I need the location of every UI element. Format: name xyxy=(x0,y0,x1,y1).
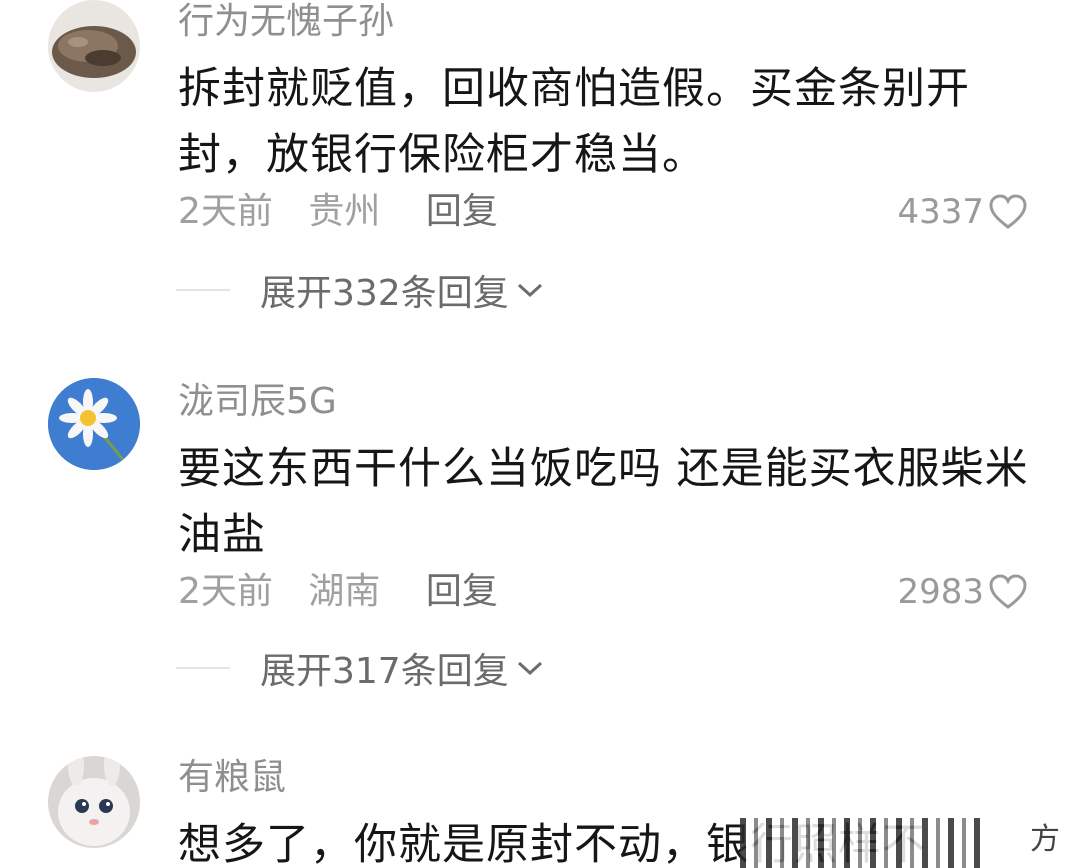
comment-location: 贵州 xyxy=(308,191,381,232)
comment-username[interactable]: 有粮鼠 xyxy=(178,756,286,800)
divider-line xyxy=(176,667,230,669)
comment-text: 要这东西干什么当饭吃吗 还是能买衣服柴米油盐 xyxy=(178,444,1029,560)
like-count: 4337 xyxy=(897,192,984,232)
comment-time: 2天前 xyxy=(178,191,273,232)
expand-replies: 展开332条回复 xyxy=(176,268,545,314)
chevron-down-icon xyxy=(517,283,542,298)
comment-item: 泷司辰5G 要这东西干什么当饭吃吗 还是能买衣服柴米油盐 2天前 湖南 回复 2… xyxy=(0,378,1080,708)
comment-meta: 2天前 贵州 回复 4337 xyxy=(178,190,1028,234)
like-button[interactable]: 2983 xyxy=(897,570,1028,614)
bunny-avatar[interactable] xyxy=(48,756,140,848)
heart-icon xyxy=(989,194,1027,229)
expand-replies-button[interactable]: 展开332条回复 xyxy=(260,264,545,316)
expand-replies-label: 展开332条回复 xyxy=(260,273,509,314)
expand-replies-label: 展开317条回复 xyxy=(260,651,509,692)
like-button[interactable]: 4337 xyxy=(897,190,1028,234)
daisy-avatar[interactable] xyxy=(48,378,140,470)
comment-item: 行为无愧子孙 拆封就贬值，回收商怕造假。买金条别开封，放银行保险柜才稳当。 2天… xyxy=(0,0,1080,330)
like-count: 2983 xyxy=(897,572,984,612)
blurred-text-overlay xyxy=(740,818,980,868)
chevron-down-icon xyxy=(517,661,542,676)
watermark-text: 方 xyxy=(1030,822,1060,857)
comment-location: 湖南 xyxy=(308,571,381,612)
comment-time: 2天前 xyxy=(178,571,273,612)
comment-username[interactable]: 泷司辰5G xyxy=(178,380,337,424)
divider-line xyxy=(176,289,230,291)
expand-replies-button[interactable]: 展开317条回复 xyxy=(260,642,545,694)
heart-icon xyxy=(989,574,1027,609)
comment-text: 拆封就贬值，回收商怕造假。买金条别开封，放银行保险柜才稳当。 xyxy=(178,64,970,180)
expand-replies: 展开317条回复 xyxy=(176,646,545,692)
reply-button[interactable]: 回复 xyxy=(426,190,498,234)
comment-username[interactable]: 行为无愧子孙 xyxy=(178,0,394,44)
reply-button[interactable]: 回复 xyxy=(426,570,498,614)
rock-avatar[interactable] xyxy=(48,0,140,92)
comment-meta: 2天前 湖南 回复 2983 xyxy=(178,570,1028,614)
